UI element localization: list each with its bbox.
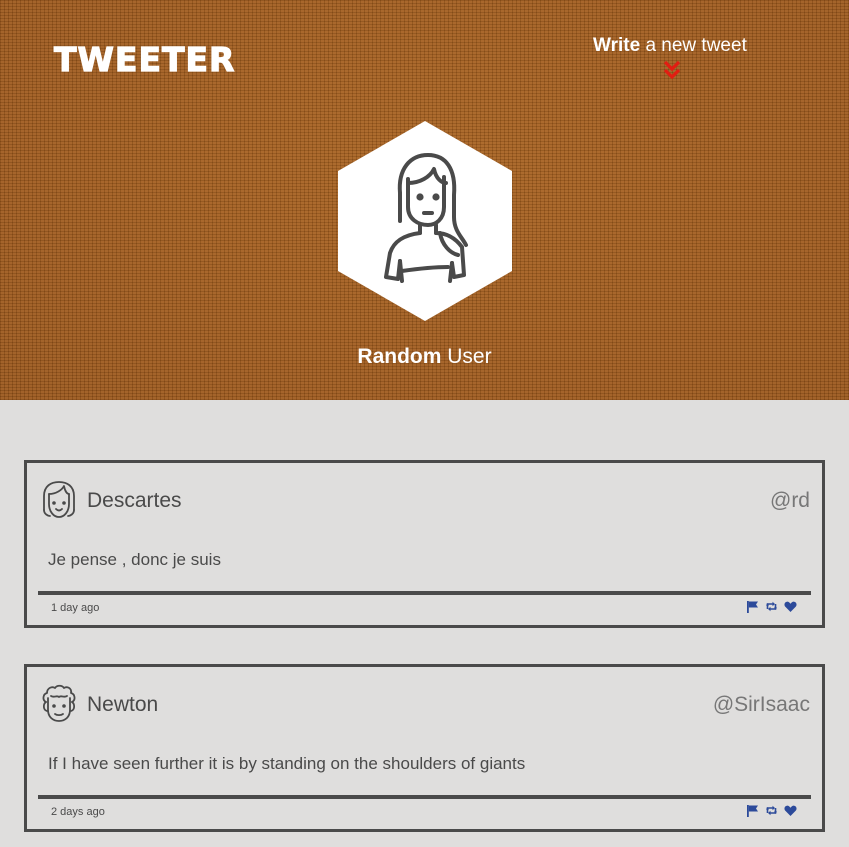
woman-avatar-icon bbox=[338, 121, 512, 321]
profile-name: Random User bbox=[0, 343, 849, 371]
flag-icon[interactable] bbox=[746, 600, 759, 613]
tweet-divider bbox=[38, 591, 811, 595]
tweet-actions bbox=[746, 803, 797, 817]
profile-avatar bbox=[338, 121, 512, 321]
heart-icon[interactable] bbox=[784, 804, 797, 817]
write-label-bold: Write bbox=[593, 35, 641, 56]
tweet-author[interactable]: Newton bbox=[87, 691, 158, 719]
write-label-rest: a new tweet bbox=[640, 35, 747, 56]
retweet-icon[interactable] bbox=[765, 804, 778, 817]
profile-first-name: Random bbox=[357, 345, 442, 368]
tweet-handle[interactable]: @SirIsaac bbox=[713, 691, 810, 719]
tweet-divider bbox=[38, 795, 811, 799]
profile-header: TWEETER Write a new tweet Random User bbox=[0, 0, 849, 400]
heart-icon[interactable] bbox=[784, 600, 797, 613]
tweet-text: Je pense , donc je suis bbox=[48, 550, 221, 569]
girl-avatar-icon bbox=[40, 480, 78, 520]
flag-icon[interactable] bbox=[746, 804, 759, 817]
tweet-actions bbox=[746, 599, 797, 613]
tweet-timestamp: 1 day ago bbox=[51, 602, 100, 614]
tweet-text: If I have seen further it is by standing… bbox=[48, 754, 526, 773]
app-logo: TWEETER bbox=[53, 39, 236, 79]
tweet-author[interactable]: Descartes bbox=[87, 487, 182, 515]
tweet-handle[interactable]: @rd bbox=[770, 487, 810, 515]
tweet-card: Descartes @rd Je pense , donc je suis 1 … bbox=[24, 460, 825, 628]
profile-last-name: User bbox=[441, 345, 492, 368]
tweet-timestamp: 2 days ago bbox=[51, 806, 105, 818]
retweet-icon[interactable] bbox=[765, 600, 778, 613]
double-chevron-down-icon[interactable] bbox=[662, 60, 682, 82]
tweet-card: Newton @SirIsaac If I have seen further … bbox=[24, 664, 825, 832]
curly-hair-avatar-icon bbox=[40, 684, 78, 724]
write-new-tweet-link[interactable]: Write a new tweet bbox=[593, 34, 773, 58]
